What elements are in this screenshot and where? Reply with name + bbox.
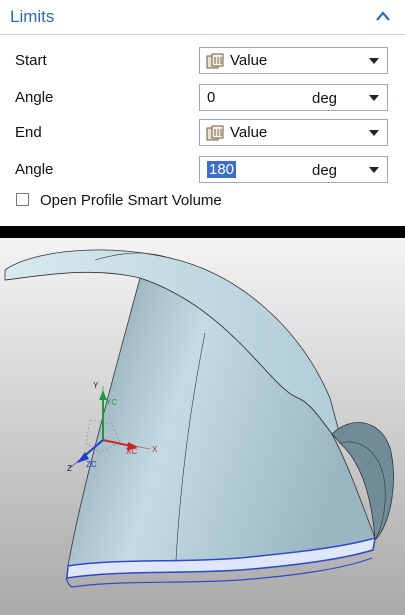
limits-group-header[interactable]: Limits — [0, 0, 405, 35]
triad-xc-label: XC — [126, 447, 137, 456]
open-profile-label[interactable]: Open Profile Smart Volume — [40, 192, 222, 209]
end-angle-label: Angle — [15, 161, 54, 178]
dropdown-arrow-icon[interactable] — [369, 58, 379, 64]
value-icon — [206, 53, 224, 69]
triad-y-label: Y — [93, 381, 99, 390]
start-angle-input[interactable]: 0 deg — [199, 84, 388, 111]
end-angle-value[interactable]: 180 — [207, 161, 237, 178]
limits-panel: Limits Start Value Angle 0 deg End Value — [0, 0, 405, 226]
end-type-value: Value — [230, 124, 268, 141]
dropdown-arrow-icon[interactable] — [369, 130, 379, 136]
triad-x-label: X — [152, 445, 158, 454]
triad-zc-label: ZC — [86, 460, 97, 469]
start-label: Start — [15, 52, 47, 69]
end-type-dropdown[interactable]: Value — [199, 119, 388, 146]
start-type-dropdown[interactable]: Value — [199, 47, 388, 74]
graphics-viewport[interactable]: Y YC X XC Z ZC — [0, 238, 405, 615]
triad-z-label: Z — [67, 464, 72, 473]
start-angle-unit[interactable]: deg — [312, 90, 337, 107]
open-profile-checkbox[interactable] — [16, 193, 29, 206]
dropdown-arrow-icon[interactable] — [369, 167, 379, 173]
end-angle-unit[interactable]: deg — [312, 162, 337, 179]
start-angle-label: Angle — [15, 89, 54, 106]
chevron-up-icon[interactable] — [375, 9, 391, 23]
end-angle-input[interactable]: 180 deg — [199, 156, 388, 183]
end-label: End — [15, 124, 42, 141]
start-type-value: Value — [230, 52, 268, 69]
value-icon — [206, 125, 224, 141]
triad-yc-label: YC — [106, 398, 117, 407]
dropdown-arrow-icon[interactable] — [369, 95, 379, 101]
limits-title: Limits — [10, 7, 55, 26]
start-angle-value[interactable]: 0 — [207, 89, 215, 106]
